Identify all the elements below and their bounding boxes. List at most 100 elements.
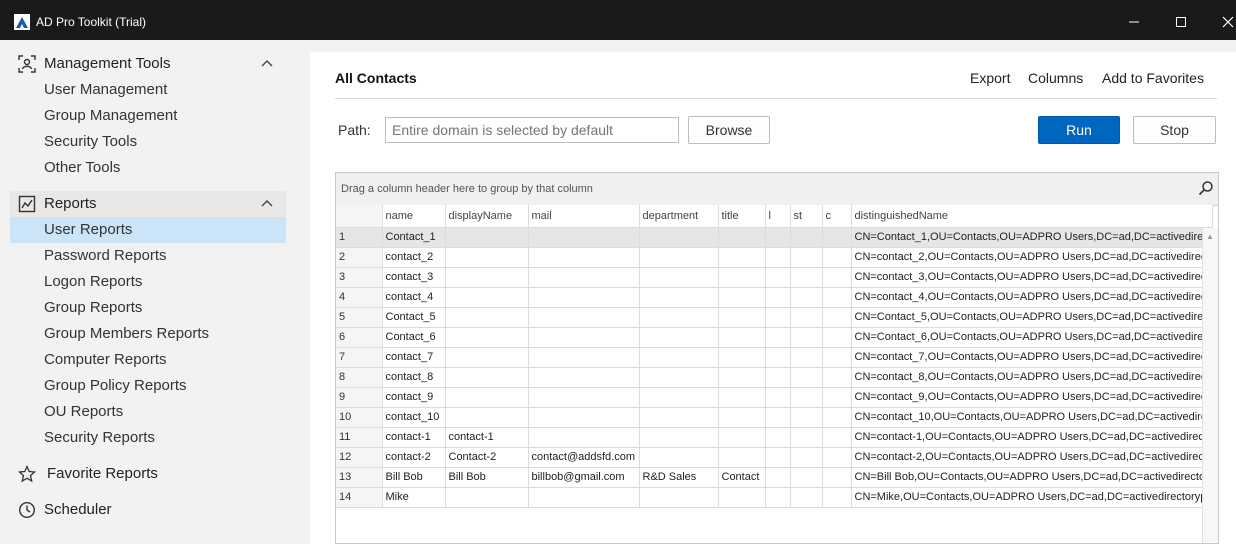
export-link[interactable]: Export bbox=[970, 70, 1010, 86]
table-cell bbox=[765, 487, 791, 508]
table-row[interactable]: 14 Mike CN=Mike,OU=Contacts,OU=ADPRO Users… bbox=[336, 487, 1213, 508]
table-cell: contact_8 bbox=[382, 367, 446, 388]
sidebar-section-scheduler[interactable]: Scheduler bbox=[10, 497, 286, 523]
table-row[interactable]: 7 contact_7 CN=contact_7,OU=Contacts,OU=AD… bbox=[336, 347, 1213, 368]
table-cell bbox=[765, 287, 791, 308]
chevron-up-icon[interactable] bbox=[260, 197, 274, 211]
app-logo-icon bbox=[14, 14, 30, 30]
table-cell bbox=[718, 387, 766, 408]
table-cell bbox=[765, 227, 791, 248]
table-row[interactable]: 5 Contact_5 CN=Contact_5,OU=Contacts,OU=AD… bbox=[336, 307, 1213, 328]
sidebar-item-password-reports[interactable]: Password Reports bbox=[10, 243, 286, 269]
table-cell bbox=[790, 387, 823, 408]
close-icon bbox=[1222, 16, 1234, 28]
stop-button[interactable]: Stop bbox=[1133, 116, 1216, 144]
table-row[interactable]: 12 contact-2 Contact-2 contact@addsfd.com CN… bbox=[336, 447, 1213, 468]
sidebar-section-favorite-reports[interactable]: Favorite Reports bbox=[10, 461, 286, 487]
scroll-up-icon[interactable]: ▲ bbox=[1206, 232, 1214, 241]
row-number-cell: 11 bbox=[336, 427, 383, 448]
vertical-scrollbar[interactable]: ▲ bbox=[1202, 228, 1218, 543]
sidebar-item-security-tools[interactable]: Security Tools bbox=[10, 129, 286, 155]
sidebar-item-user-management[interactable]: User Management bbox=[10, 77, 286, 103]
row-number-cell: 2 bbox=[336, 247, 383, 268]
column-header-c[interactable]: c bbox=[822, 205, 852, 228]
table-cell: contact@addsfd.com bbox=[528, 447, 640, 468]
add-to-favorites-link[interactable]: Add to Favorites bbox=[1102, 70, 1204, 86]
table-cell bbox=[445, 387, 529, 408]
browse-button[interactable]: Browse bbox=[688, 116, 770, 144]
table-cell bbox=[765, 267, 791, 288]
sidebar-section-management-tools[interactable]: Management Tools bbox=[10, 51, 286, 77]
table-row[interactable]: 2 contact_2 CN=contact_2,OU=Contacts,OU=AD… bbox=[336, 247, 1213, 268]
column-header-department[interactable]: department bbox=[639, 205, 719, 228]
table-cell bbox=[445, 247, 529, 268]
table-row[interactable]: 13 Bill Bob Bill Bob billbob@gmail.com R&D S… bbox=[336, 467, 1213, 488]
search-icon[interactable] bbox=[1198, 180, 1214, 196]
table-cell bbox=[528, 327, 640, 348]
sidebar-item-group-reports[interactable]: Group Reports bbox=[10, 295, 286, 321]
group-by-panel[interactable]: Drag a column header here to group by th… bbox=[336, 173, 1218, 206]
table-row[interactable]: 4 contact_4 CN=contact_4,OU=Contacts,OU=AD… bbox=[336, 287, 1213, 308]
table-cell bbox=[445, 287, 529, 308]
table-cell bbox=[718, 307, 766, 328]
column-header-mail[interactable]: mail bbox=[528, 205, 640, 228]
column-header-displayname[interactable]: displayName bbox=[445, 205, 529, 228]
table-row[interactable]: 10 contact_10 CN=contact_10,OU=Contacts,OU… bbox=[336, 407, 1213, 428]
column-header-l[interactable]: l bbox=[765, 205, 791, 228]
sidebar-item-label: User Management bbox=[44, 81, 168, 98]
table-cell bbox=[445, 327, 529, 348]
column-header-distinguishedname[interactable]: distinguishedName bbox=[851, 205, 1213, 228]
title-bar: AD Pro Toolkit (Trial) bbox=[0, 0, 1236, 40]
sidebar-item-label: Password Reports bbox=[44, 247, 167, 264]
table-cell: Contact_5 bbox=[382, 307, 446, 328]
columns-link[interactable]: Columns bbox=[1028, 70, 1083, 86]
sidebar-section-label: Reports bbox=[44, 195, 97, 212]
row-number-cell: 3 bbox=[336, 267, 383, 288]
table-cell bbox=[822, 247, 852, 268]
table-cell bbox=[790, 307, 823, 328]
column-header-title[interactable]: title bbox=[718, 205, 766, 228]
sidebar-item-computer-reports[interactable]: Computer Reports bbox=[10, 347, 286, 373]
run-button[interactable]: Run bbox=[1038, 116, 1120, 144]
sidebar-item-other-tools[interactable]: Other Tools bbox=[10, 155, 286, 181]
table-cell bbox=[718, 327, 766, 348]
sidebar-item-group-members-reports[interactable]: Group Members Reports bbox=[10, 321, 286, 347]
table-cell bbox=[639, 227, 719, 248]
sidebar-item-label: Group Members Reports bbox=[44, 325, 210, 342]
column-header-st[interactable]: st bbox=[790, 205, 823, 228]
sidebar-item-logon-reports[interactable]: Logon Reports bbox=[10, 269, 286, 295]
table-cell bbox=[718, 347, 766, 368]
management-tools-icon bbox=[18, 55, 36, 73]
table-row[interactable]: 3 contact_3 CN=contact_3,OU=Contacts,OU=AD… bbox=[336, 267, 1213, 288]
table-cell bbox=[822, 367, 852, 388]
column-header-name[interactable]: name bbox=[382, 205, 446, 228]
close-button[interactable] bbox=[1216, 10, 1236, 34]
table-row[interactable]: 11 contact-1 contact-1 CN=contact-1,OU=Cont… bbox=[336, 427, 1213, 448]
sidebar-item-label: Computer Reports bbox=[44, 351, 167, 368]
chevron-up-icon[interactable] bbox=[260, 57, 274, 71]
table-row[interactable]: 8 contact_8 CN=contact_8,OU=Contacts,OU=AD… bbox=[336, 367, 1213, 388]
table-cell bbox=[639, 307, 719, 328]
table-cell bbox=[822, 407, 852, 428]
row-number-cell: 1 bbox=[336, 227, 383, 248]
table-row[interactable]: 1 Contact_1 CN=Contact_1,OU=Contacts,OU=AD… bbox=[336, 227, 1213, 248]
sidebar-item-ou-reports[interactable]: OU Reports bbox=[10, 399, 286, 425]
sidebar-item-user-reports[interactable]: User Reports bbox=[10, 217, 286, 243]
table-row[interactable]: 6 Contact_6 CN=Contact_6,OU=Contacts,OU=AD… bbox=[336, 327, 1213, 348]
path-input[interactable] bbox=[385, 117, 679, 143]
sidebar-item-security-reports[interactable]: Security Reports bbox=[10, 425, 286, 451]
table-cell: CN=contact_9,OU=Contacts,OU=ADPRO Users,… bbox=[851, 387, 1213, 408]
sidebar-item-group-management[interactable]: Group Management bbox=[10, 103, 286, 129]
table-cell bbox=[718, 487, 766, 508]
sidebar-item-group-policy-reports[interactable]: Group Policy Reports bbox=[10, 373, 286, 399]
sidebar-section-reports[interactable]: Reports bbox=[10, 191, 286, 217]
table-cell bbox=[639, 487, 719, 508]
sidebar-item-label: Other Tools bbox=[44, 159, 121, 176]
table-cell bbox=[790, 247, 823, 268]
table-row[interactable]: 9 contact_9 CN=contact_9,OU=Contacts,OU=AD… bbox=[336, 387, 1213, 408]
table-cell bbox=[639, 407, 719, 428]
sidebar-section-label: Management Tools bbox=[44, 55, 171, 72]
maximize-button[interactable] bbox=[1169, 10, 1193, 34]
table-cell bbox=[790, 427, 823, 448]
minimize-button[interactable] bbox=[1122, 10, 1146, 34]
